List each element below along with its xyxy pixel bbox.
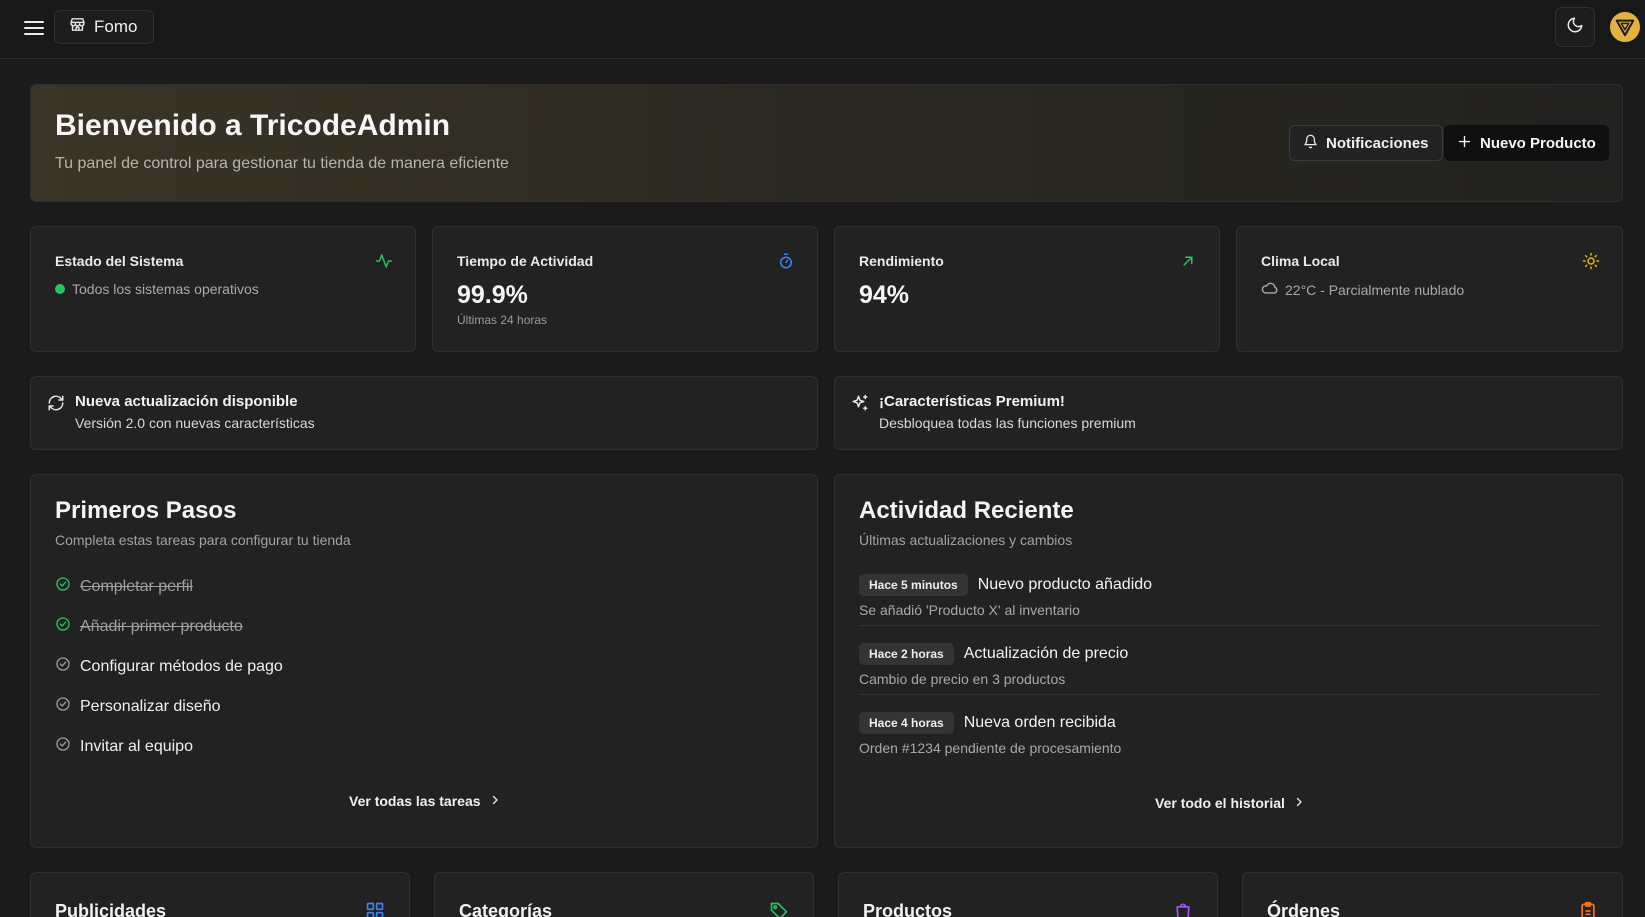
stat-note: Últimas 24 horas [457,313,548,327]
section-title: Actividad Reciente [859,497,1074,524]
stat-value: 94% [859,281,910,309]
chevron-right-icon [489,793,501,809]
new-product-label: Nuevo Producto [1480,134,1596,152]
activity-item[interactable]: Hace 5 minutos Nuevo producto añadido Se… [859,574,1599,618]
store-icon [69,16,86,38]
task-label: Configurar métodos de pago [80,657,283,675]
time-badge: Hace 5 minutos [859,574,968,596]
clipboard-icon [1578,901,1598,917]
activity-description: Orden #1234 pendiente de procesamiento [859,740,1122,756]
section-subtitle: Completa estas tareas para configurar tu… [55,532,351,548]
check-circle-icon [55,616,71,637]
notifications-label: Notificaciones [1326,134,1429,152]
task-label: Invitar al equipo [80,737,193,755]
update-banner[interactable]: Nueva actualización disponible Versión 2… [30,376,818,450]
page-subtitle: Tu panel de control para gestionar tu ti… [55,155,509,172]
divider [859,694,1599,695]
stat-card-performance: Rendimiento 94% [834,226,1220,352]
check-circle-icon [55,696,71,717]
section-subtitle: Últimas actualizaciones y cambios [859,532,1073,548]
logo-avatar[interactable] [1610,12,1640,42]
banner-subtitle: Versión 2.0 con nuevas características [75,415,315,431]
activity-icon [375,252,393,270]
status-text: Todos los sistemas operativos [72,281,259,297]
stat-title: Tiempo de Actividad [457,253,594,269]
time-badge: Hace 4 horas [859,712,954,734]
cloud-icon [1261,281,1278,298]
task-item[interactable]: Configurar métodos de pago [55,656,283,677]
system-status: Todos los sistemas operativos [55,281,259,297]
task-item[interactable]: Invitar al equipo [55,736,193,757]
time-badge: Hace 2 horas [859,643,954,665]
card-orders[interactable]: Órdenes [1242,872,1623,917]
task-item[interactable]: Añadir primer producto [55,616,243,637]
view-all-tasks-link[interactable]: Ver todas las tareas [349,793,501,809]
plus-icon [1457,134,1472,153]
stat-value: 99.9% [457,281,528,309]
bell-icon [1303,134,1318,153]
link-label: Ver todo el historial [1155,795,1285,811]
getting-started-panel: Primeros Pasos Completa estas tareas par… [30,474,818,848]
link-label: Ver todas las tareas [349,793,481,809]
weather-info: 22°C - Parcialmente nublado [1261,281,1464,298]
section-title: Primeros Pasos [55,497,237,524]
divider [859,625,1599,626]
banner-subtitle: Desbloquea todas las funciones premium [879,415,1136,431]
activity-description: Se añadió 'Producto X' al inventario [859,602,1080,618]
card-advertisements[interactable]: Publicidades [30,872,410,917]
activity-item[interactable]: Hace 4 horas Nueva orden recibida Orden … [859,712,1599,756]
trend-up-icon [1179,252,1197,270]
check-circle-icon [55,736,71,757]
card-title: Órdenes [1267,901,1341,917]
timer-icon [777,252,795,270]
banner-title: ¡Características Premium! [879,393,1065,410]
page-title: Bienvenido a TricodeAdmin [55,109,451,142]
card-products[interactable]: Productos [838,872,1218,917]
stat-card-system-status: Estado del Sistema Todos los sistemas op… [30,226,416,352]
weather-text: 22°C - Parcialmente nublado [1285,281,1465,298]
new-product-button[interactable]: Nuevo Producto [1444,125,1609,161]
card-title: Publicidades [55,901,167,917]
task-label: Personalizar diseño [80,697,221,715]
card-title: Productos [863,901,953,917]
view-history-link[interactable]: Ver todo el historial [1155,795,1305,811]
activity-title: Nueva orden recibida [963,714,1116,731]
card-categories[interactable]: Categorías [434,872,814,917]
task-label: Añadir primer producto [80,617,243,635]
stat-title: Estado del Sistema [55,253,184,269]
grid-icon [365,901,385,917]
tags-icon [769,901,789,917]
card-title: Categorías [459,901,553,917]
welcome-banner: Bienvenido a TricodeAdmin Tu panel de co… [30,84,1623,202]
premium-banner[interactable]: ¡Características Premium! Desbloquea tod… [834,376,1623,450]
stat-title: Rendimiento [859,253,944,269]
check-circle-icon [55,576,71,597]
shopping-bag-icon [1173,901,1193,917]
task-item[interactable]: Personalizar diseño [55,696,221,717]
moon-icon [1566,16,1584,39]
notifications-button[interactable]: Notificaciones [1289,125,1443,161]
store-name: Fomo [94,17,138,36]
task-item[interactable]: Completar perfil [55,576,193,597]
activity-title: Actualización de precio [963,645,1129,662]
menu-icon[interactable] [20,14,48,42]
stat-card-weather: Clima Local 22°C - Parcialmente nublado [1236,226,1623,352]
status-dot [55,284,65,294]
refresh-icon [47,394,65,412]
activity-item[interactable]: Hace 2 horas Actualización de precio Cam… [859,643,1599,687]
banner-title: Nueva actualización disponible [75,393,298,410]
theme-toggle-button[interactable] [1555,7,1595,47]
recent-activity-panel: Actividad Reciente Últimas actualizacion… [834,474,1623,848]
sparkles-icon [851,394,869,412]
task-label: Completar perfil [80,577,193,595]
check-circle-icon [55,656,71,677]
activity-title: Nuevo producto añadido [977,576,1153,593]
store-selector-button[interactable]: Fomo [54,10,155,44]
stat-title: Clima Local [1261,253,1340,269]
top-bar: Fomo [0,0,1645,59]
activity-description: Cambio de precio en 3 productos [859,671,1066,687]
sun-icon [1582,252,1600,270]
stat-card-uptime: Tiempo de Actividad 99.9% Últimas 24 hor… [432,226,818,352]
chevron-right-icon [1293,795,1305,811]
